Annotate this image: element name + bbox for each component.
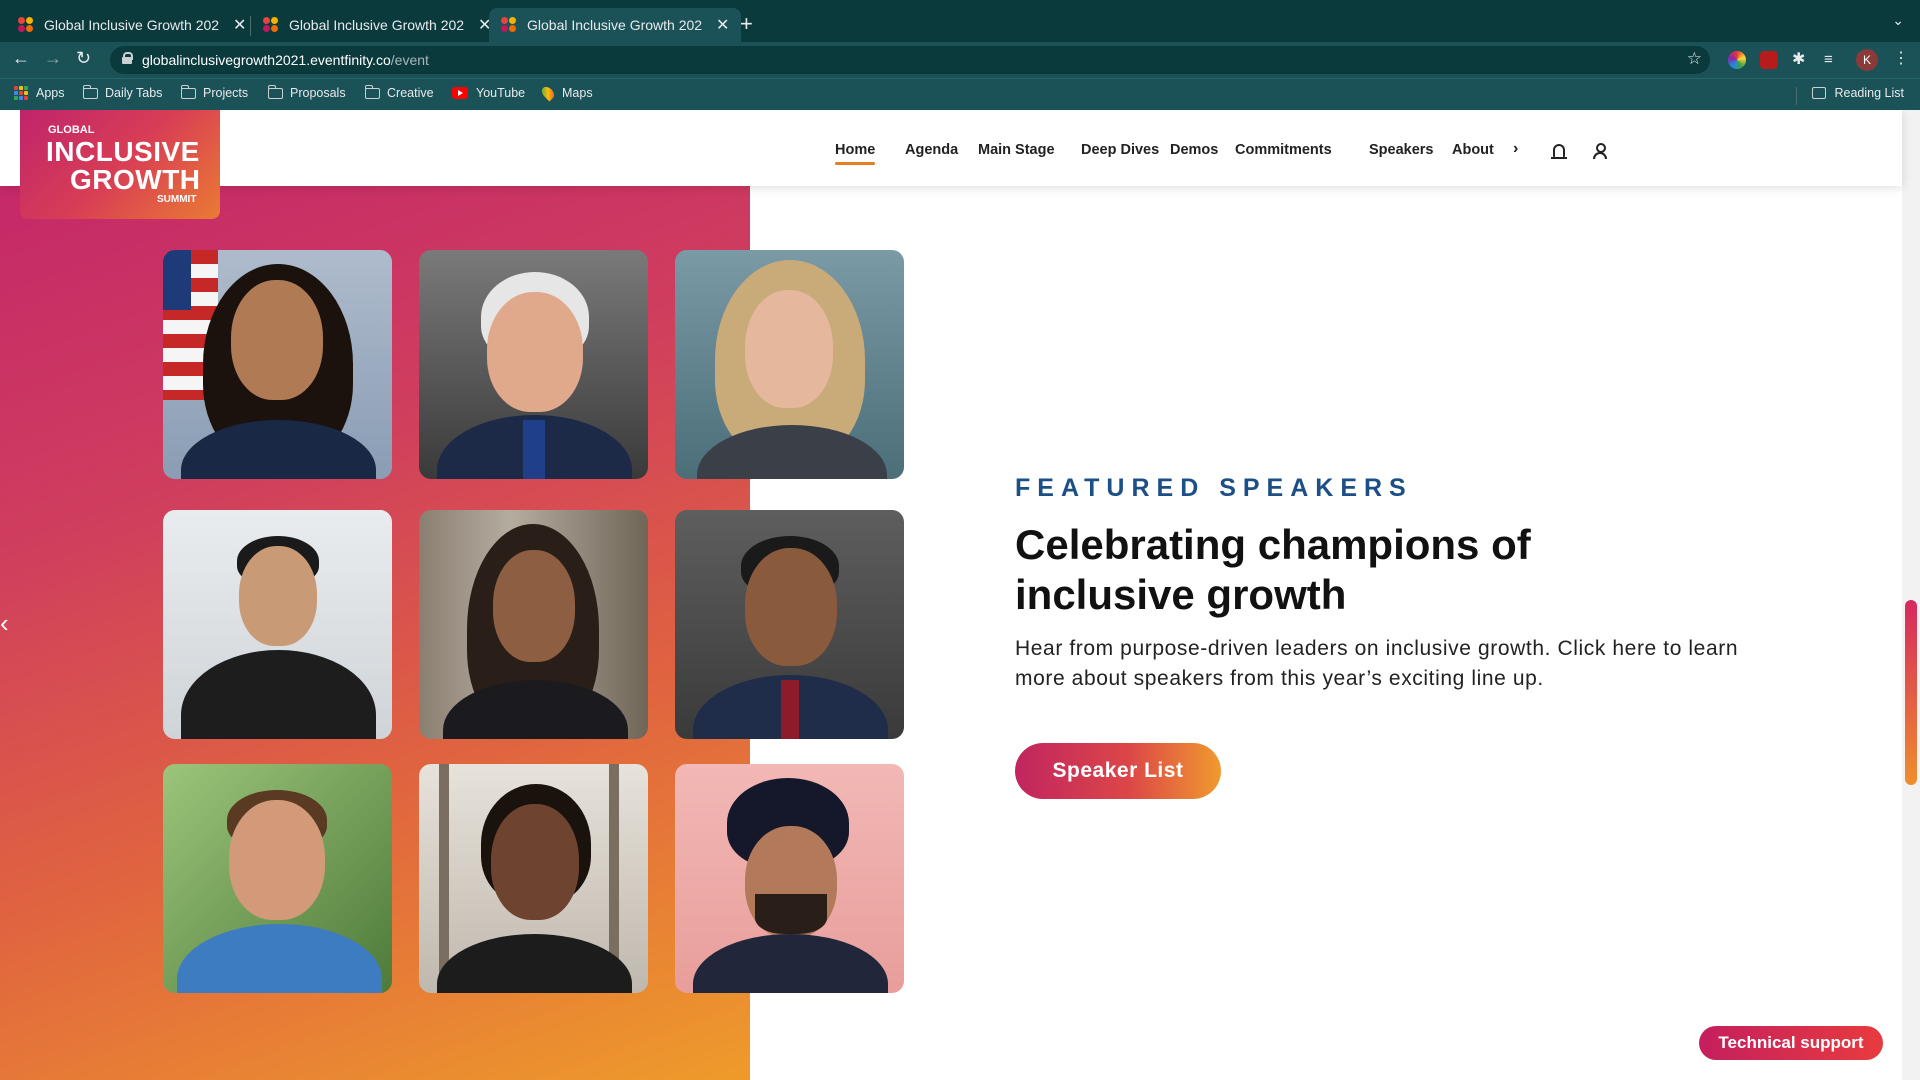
nav-commitments[interactable]: Commitments (1235, 142, 1332, 158)
site-header: Home Agenda Main Stage Deep Dives Demos … (0, 110, 1902, 186)
section-body[interactable]: Hear from purpose-driven leaders on incl… (1015, 634, 1775, 694)
lock-icon (122, 52, 133, 64)
nav-demos[interactable]: Demos (1170, 142, 1218, 158)
browser-tab[interactable]: Global Inclusive Growth 2021 - ✕ (6, 8, 258, 42)
speaker-photo[interactable] (419, 764, 648, 993)
speaker-photo[interactable] (675, 250, 904, 479)
speaker-photo[interactable] (163, 510, 392, 739)
bookmark-label: Apps (36, 86, 65, 100)
folder-icon (267, 84, 283, 99)
chevron-right-icon[interactable]: › (1513, 140, 1518, 158)
reading-list-label: Reading List (1834, 86, 1905, 100)
nav-about[interactable]: About (1452, 142, 1494, 158)
bookmark-apps[interactable]: Apps (14, 86, 65, 100)
apps-grid-icon (14, 86, 28, 100)
folder-icon (364, 84, 380, 99)
close-icon[interactable]: ✕ (233, 15, 246, 35)
media-queue-icon[interactable]: ≡ (1824, 51, 1842, 69)
speaker-photo[interactable] (675, 764, 904, 993)
youtube-icon (452, 87, 468, 99)
bookmark-label: Creative (387, 86, 434, 100)
bookmark-label: Daily Tabs (105, 86, 163, 100)
browser-menu-icon[interactable]: ⋮ (1893, 48, 1909, 68)
color-wheel-extension-icon[interactable] (1728, 51, 1746, 69)
carousel-prev-chevron-icon[interactable]: ‹ (0, 608, 9, 639)
bell-icon[interactable] (1551, 144, 1567, 159)
bookmark-maps[interactable]: Maps (539, 84, 593, 102)
browser-tab-active[interactable]: Global Inclusive Growth 2021 - ✕ (489, 8, 742, 42)
close-icon[interactable]: ✕ (716, 15, 729, 35)
tab-title: Global Inclusive Growth 2021 - (527, 17, 702, 33)
logo-text: SUMMIT (157, 194, 197, 205)
summit-logo[interactable]: GLOBAL INCLUSIVE GROWTH SUMMIT (20, 110, 220, 219)
favicon-icon (263, 17, 279, 33)
maps-icon (539, 84, 557, 102)
bookmark-youtube[interactable]: YouTube (452, 86, 525, 100)
bookmark-star-icon[interactable]: ☆ (1687, 49, 1702, 69)
pdf-extension-icon[interactable] (1760, 51, 1778, 69)
page-scrollbar[interactable] (1902, 110, 1920, 1080)
browser-toolbar: ← → ↻ globalinclusivegrowth2021.eventfin… (0, 42, 1920, 78)
reading-list-button[interactable]: Reading List (1811, 86, 1905, 100)
nav-deep-dives[interactable]: Deep Dives (1081, 142, 1159, 158)
page-viewport: Home Agenda Main Stage Deep Dives Demos … (0, 110, 1920, 1080)
nav-speakers[interactable]: Speakers (1369, 142, 1434, 158)
nav-main-stage[interactable]: Main Stage (978, 142, 1055, 158)
logo-text: GROWTH (70, 164, 201, 195)
forward-arrow-icon[interactable]: → (44, 48, 62, 69)
section-headline: Celebrating champions of inclusive growt… (1015, 521, 1531, 618)
tab-title: Global Inclusive Growth 2021 - (44, 17, 219, 33)
user-icon[interactable] (1593, 143, 1607, 159)
speaker-photo[interactable] (419, 250, 648, 479)
back-arrow-icon[interactable]: ← (12, 48, 30, 69)
speaker-list-button[interactable]: Speaker List (1015, 743, 1221, 799)
reload-icon[interactable]: ↻ (76, 48, 91, 69)
puzzle-extensions-icon[interactable]: ✱ (1792, 51, 1810, 69)
scrollbar-thumb[interactable] (1905, 600, 1917, 785)
logo-text: GLOBAL (48, 124, 95, 136)
favicon-icon (18, 17, 34, 33)
tab-title: Global Inclusive Growth 2021 - (289, 17, 464, 33)
section-eyebrow: FEATURED SPEAKERS (1015, 474, 1413, 502)
new-tab-button[interactable]: + (740, 11, 753, 37)
bookmark-label: YouTube (476, 86, 526, 100)
url-text: globalinclusivegrowth2021.eventfinity.co… (142, 52, 429, 68)
profile-avatar[interactable]: K (1856, 49, 1878, 71)
browser-tab[interactable]: Global Inclusive Growth 2021 - ✕ (251, 8, 503, 42)
speaker-photo[interactable] (419, 510, 648, 739)
technical-support-button[interactable]: Technical support (1699, 1026, 1883, 1060)
folder-icon (180, 84, 196, 99)
speaker-photo[interactable] (163, 764, 392, 993)
bookmark-label: Proposals (290, 86, 346, 100)
bookmark-projects[interactable]: Projects (180, 84, 249, 100)
bookmark-label: Maps (562, 86, 593, 100)
bookmark-daily-tabs[interactable]: Daily Tabs (82, 84, 163, 100)
tab-search-chevron-icon[interactable]: ⌄ (1892, 12, 1904, 29)
folder-icon (82, 84, 98, 99)
bookmarks-bar: Apps Daily Tabs Projects Proposals Creat… (0, 78, 1920, 110)
speaker-photo[interactable] (675, 510, 904, 739)
reading-list-icon (1811, 87, 1826, 99)
bookmark-label: Projects (203, 86, 249, 100)
nav-agenda[interactable]: Agenda (905, 142, 958, 158)
bookmark-proposals[interactable]: Proposals (267, 84, 346, 100)
address-bar[interactable]: globalinclusivegrowth2021.eventfinity.co… (110, 46, 1710, 74)
bookmark-creative[interactable]: Creative (364, 84, 434, 100)
favicon-icon (501, 17, 517, 33)
bookmarks-divider (1796, 87, 1797, 105)
browser-tab-strip: Global Inclusive Growth 2021 - ✕ Global … (0, 0, 1920, 42)
speaker-photo[interactable] (163, 250, 392, 479)
nav-home[interactable]: Home (835, 142, 876, 165)
